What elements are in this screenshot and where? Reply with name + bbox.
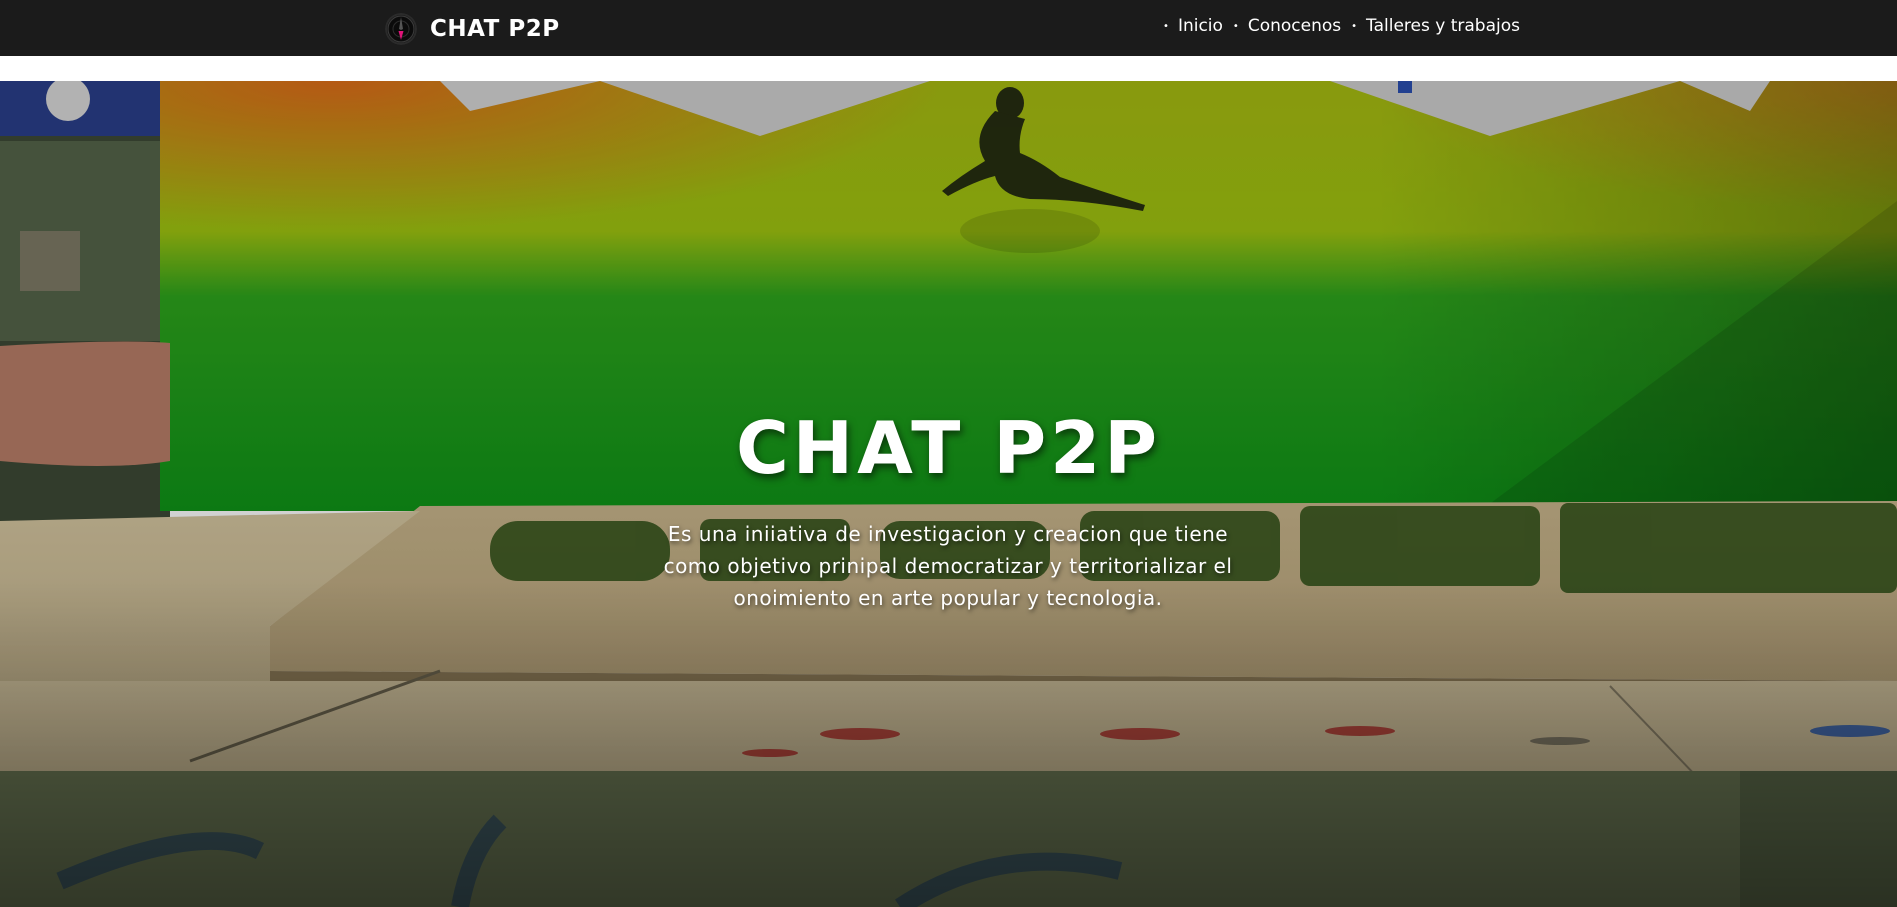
hero-background-image	[0, 81, 1897, 907]
nav-link-conocenos[interactable]: Conocenos	[1248, 16, 1341, 36]
nav-link-inicio[interactable]: Inicio	[1178, 16, 1223, 36]
nav-item-conocenos: • Conocenos	[1233, 16, 1341, 36]
hero-subtitle: Es una iniiativa de investigacion y crea…	[663, 522, 1233, 610]
nav-menu: • Inicio • Conocenos • Talleres y trabaj…	[1153, 16, 1520, 36]
nav-item-talleres: • Talleres y trabajos	[1351, 16, 1520, 36]
brand-name: CHAT P2P	[430, 16, 560, 42]
nav-link-talleres[interactable]: Talleres y trabajos	[1366, 16, 1520, 36]
nav-item-inicio: • Inicio	[1163, 16, 1223, 36]
compass-logo-icon	[385, 13, 417, 45]
hero-section: CHAT P2P Es una iniiativa de investigaci…	[0, 81, 1897, 907]
nav-bullet: •	[1232, 20, 1239, 32]
hero-title: CHAT P2P	[735, 406, 1162, 490]
nav-bullet: •	[1163, 20, 1169, 32]
brand-link[interactable]: CHAT P2P	[385, 13, 560, 45]
navbar: CHAT P2P • Inicio • Conocenos • Talleres…	[0, 0, 1897, 56]
nav-bullet: •	[1351, 20, 1358, 32]
